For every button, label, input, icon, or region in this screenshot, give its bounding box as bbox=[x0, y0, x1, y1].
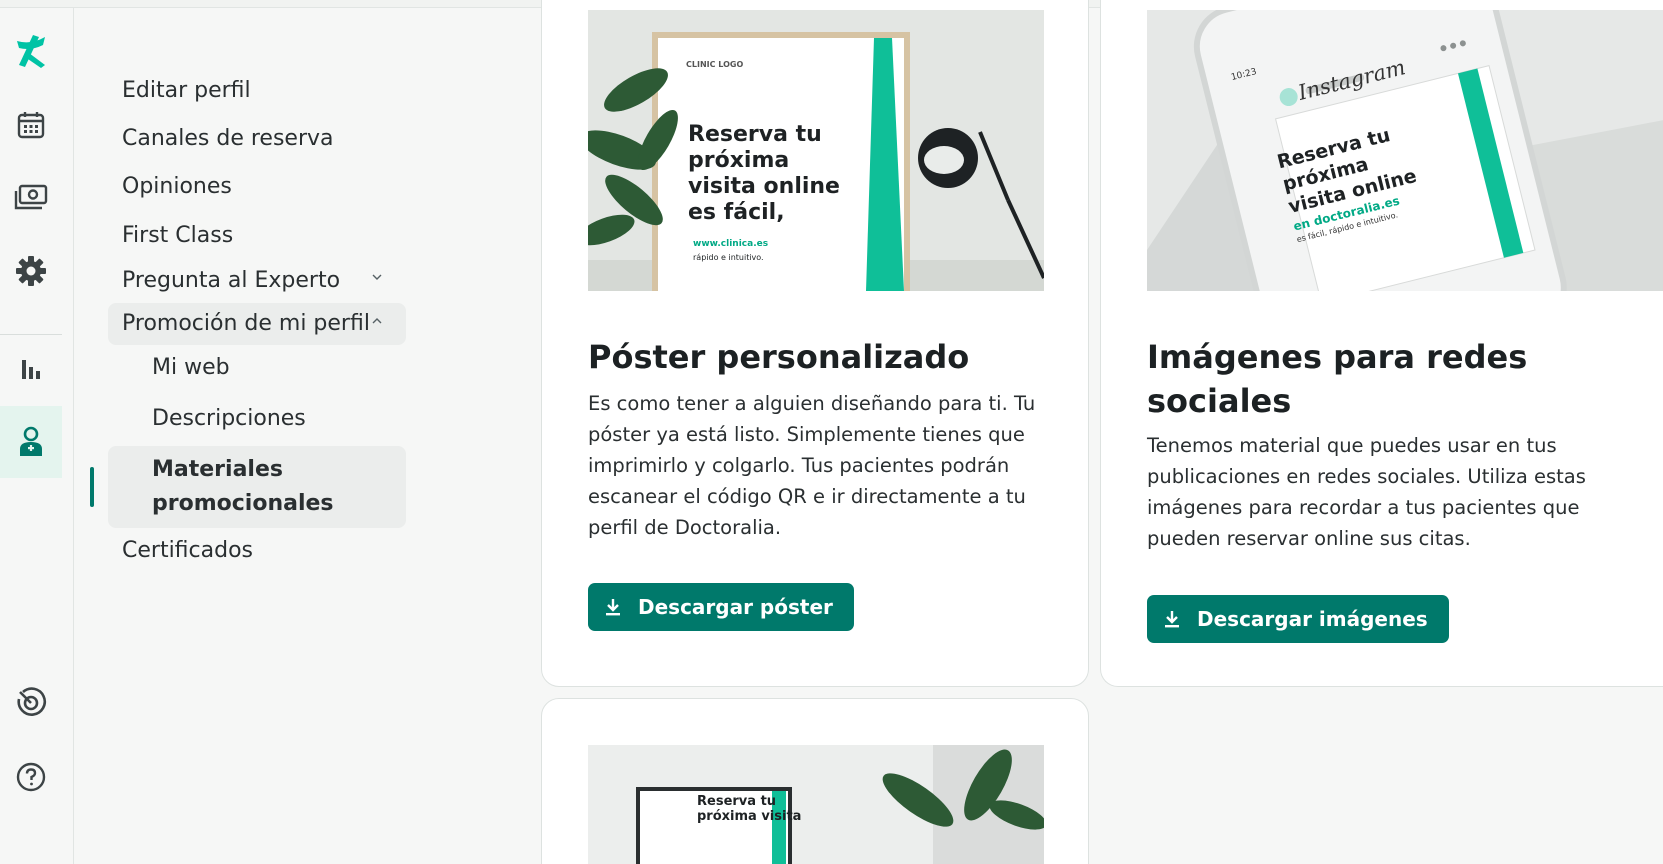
poster-text-line: escanear el código QR e ir directamente … bbox=[588, 485, 1026, 508]
chevron-down-icon[interactable] bbox=[371, 271, 383, 287]
poster-card-description: Es como tener a alguien diseñando para t… bbox=[588, 388, 1035, 543]
third-headline-line1: Reserva tu bbox=[697, 794, 777, 809]
third-headline: Reserva tu próxima visita bbox=[697, 794, 801, 824]
social-text-line: Tenemos material que puedes usar en tus bbox=[1147, 434, 1557, 457]
download-poster-label: Descargar póster bbox=[638, 595, 833, 619]
nav-ask-expert[interactable]: Pregunta al Experto bbox=[122, 268, 340, 293]
nav-promotion[interactable]: Promoción de mi perfil bbox=[122, 311, 370, 336]
doctoralia-logo-icon[interactable] bbox=[0, 22, 62, 80]
download-images-label: Descargar imágenes bbox=[1197, 607, 1428, 631]
poster-headline: Reserva tu próxima visita online es fáci… bbox=[688, 122, 840, 226]
download-images-button[interactable]: Descargar imágenes bbox=[1147, 595, 1449, 643]
target-icon[interactable] bbox=[0, 674, 62, 732]
poster-text-line: imprimirlo y colgarlo. Tus pacientes pod… bbox=[588, 454, 1010, 477]
download-poster-button[interactable]: Descargar póster bbox=[588, 583, 854, 631]
poster-card: CLINIC LOGO Reserva tu próxima visita on… bbox=[541, 0, 1089, 687]
social-card-description: Tenemos material que puedes usar en tus … bbox=[1147, 430, 1586, 554]
nav-my-web[interactable]: Mi web bbox=[152, 355, 230, 380]
social-title-line1: Imágenes para redes bbox=[1147, 338, 1528, 376]
active-indicator bbox=[90, 467, 94, 507]
social-text-line: pueden reservar online sus citas. bbox=[1147, 527, 1471, 550]
calendar-icon[interactable] bbox=[0, 96, 62, 154]
poster-headline-line3: visita online bbox=[688, 174, 840, 199]
social-text-line: imágenes para recordar a tus pacientes q… bbox=[1147, 496, 1580, 519]
nav-edit-profile[interactable]: Editar perfil bbox=[122, 78, 251, 103]
poster-headline-line2: próxima bbox=[688, 148, 790, 173]
icon-rail bbox=[0, 8, 74, 864]
rail-divider bbox=[0, 334, 62, 335]
nav-booking-channels[interactable]: Canales de reserva bbox=[122, 126, 334, 151]
gear-icon[interactable] bbox=[0, 242, 62, 300]
download-icon bbox=[602, 598, 624, 616]
third-preview-image: Reserva tu próxima visita bbox=[588, 745, 1044, 864]
help-icon[interactable] bbox=[0, 748, 62, 806]
nav-materials-label-line2[interactable]: promocionales bbox=[152, 486, 334, 522]
social-card-title: Imágenes para redes sociales bbox=[1147, 335, 1527, 423]
social-title-line2: sociales bbox=[1147, 382, 1292, 420]
poster-card-title: Póster personalizado bbox=[588, 338, 970, 376]
poster-preview-image: CLINIC LOGO Reserva tu próxima visita on… bbox=[588, 10, 1044, 291]
poster-headline-line4: es fácil, bbox=[688, 200, 785, 225]
download-icon bbox=[1161, 610, 1183, 628]
nav-materials-label-line1[interactable]: Materiales bbox=[152, 452, 283, 488]
poster-text-line: póster ya está listo. Simplemente tienes… bbox=[588, 423, 1025, 446]
bar-chart-icon[interactable] bbox=[0, 340, 62, 398]
poster-text-line: perfil de Doctoralia. bbox=[588, 516, 782, 539]
poster-url: www.clinica.es bbox=[693, 239, 769, 249]
third-material-card: Reserva tu próxima visita bbox=[541, 698, 1089, 864]
social-text-line: publicaciones en redes sociales. Utiliza… bbox=[1147, 465, 1586, 488]
doctor-profile-icon[interactable] bbox=[0, 406, 62, 478]
poster-text-line: Es como tener a alguien diseñando para t… bbox=[588, 392, 1036, 415]
profile-sub-navigation: Editar perfil Canales de reserva Opinion… bbox=[74, 8, 544, 864]
social-images-card: 10:23 Instagram Reserva tu próxima visit… bbox=[1100, 0, 1663, 687]
nav-first-class[interactable]: First Class bbox=[122, 223, 233, 248]
nav-certificates[interactable]: Certificados bbox=[122, 538, 253, 563]
poster-headline-line1: Reserva tu bbox=[688, 122, 822, 147]
nav-reviews[interactable]: Opiniones bbox=[122, 174, 232, 199]
money-icon[interactable] bbox=[0, 168, 62, 226]
poster-tagline: rápido e intuitivo. bbox=[693, 253, 764, 262]
poster-logo-text: CLINIC LOGO bbox=[686, 60, 744, 69]
nav-descriptions[interactable]: Descripciones bbox=[152, 406, 306, 431]
chevron-up-icon[interactable] bbox=[371, 315, 383, 331]
social-preview-image: 10:23 Instagram Reserva tu próxima visit… bbox=[1147, 10, 1663, 291]
third-headline-line2: próxima visita bbox=[697, 809, 802, 824]
